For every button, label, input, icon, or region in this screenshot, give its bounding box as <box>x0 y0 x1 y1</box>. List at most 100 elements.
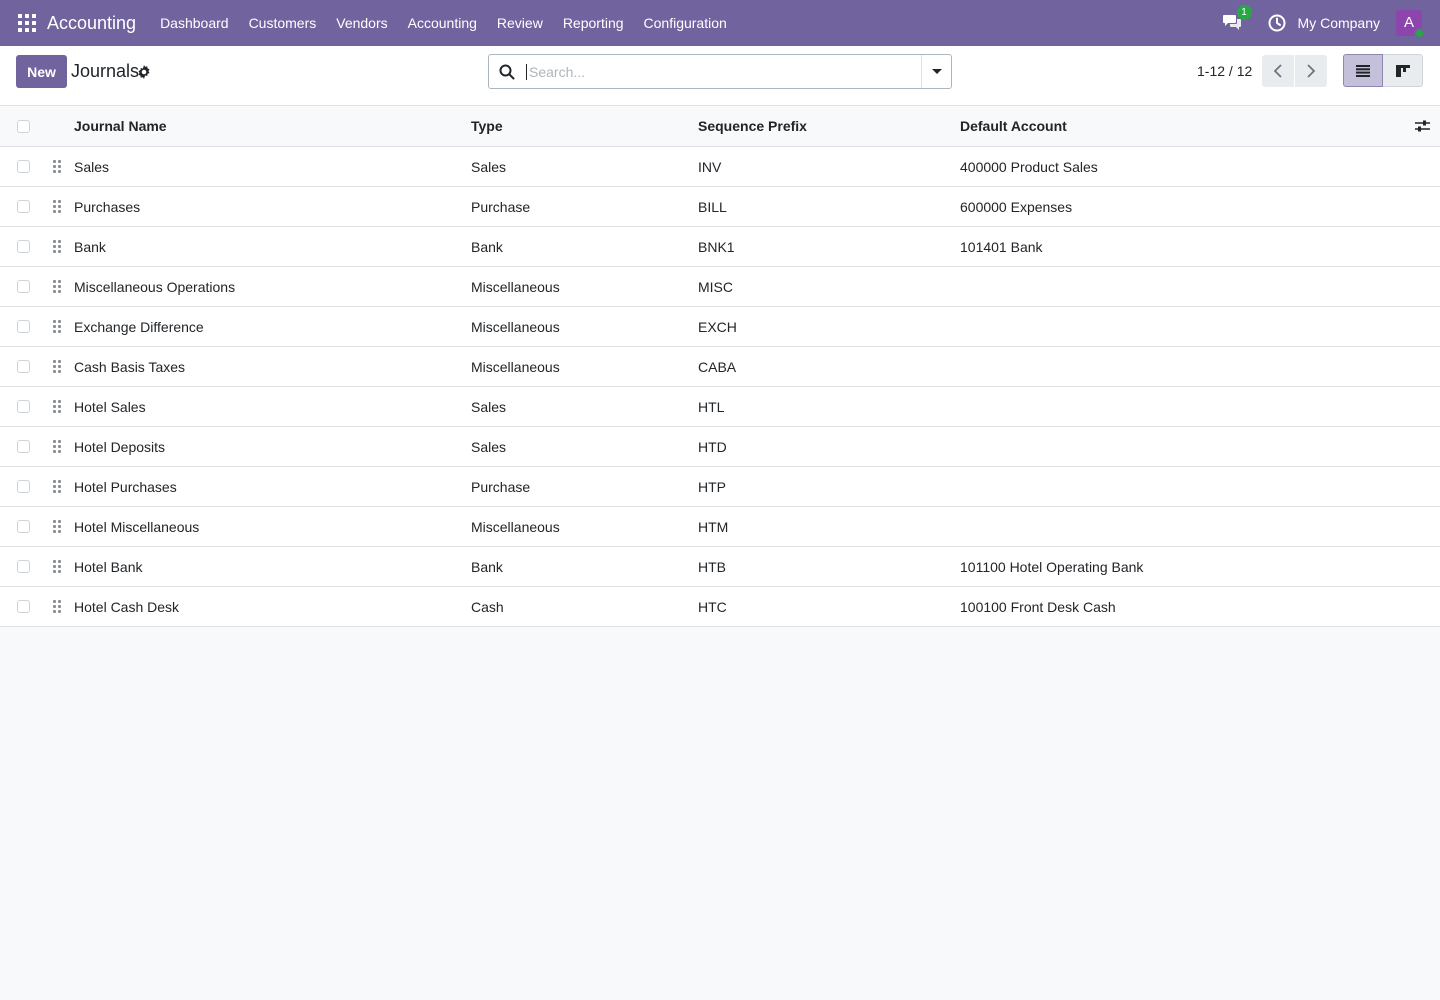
menu-item-review[interactable]: Review <box>487 0 553 46</box>
list-view-button[interactable] <box>1343 54 1383 87</box>
cell-type: Bank <box>471 558 503 575</box>
chevron-right-icon <box>1307 64 1316 78</box>
row-checkbox[interactable] <box>17 440 30 453</box>
drag-handle-icon[interactable] <box>53 560 63 573</box>
page-title[interactable]: Journals <box>71 61 139 82</box>
column-header-type[interactable]: Type <box>471 118 503 134</box>
drag-handle-icon[interactable] <box>53 400 63 413</box>
cell-journal-name: Sales <box>74 158 110 175</box>
row-checkbox[interactable] <box>17 280 30 293</box>
kanban-view-icon <box>1395 64 1410 77</box>
cell-journal-name: Hotel Purchases <box>74 478 177 495</box>
row-checkbox[interactable] <box>17 160 30 173</box>
pager-next-button[interactable] <box>1295 55 1327 87</box>
cell-type: Sales <box>471 158 507 175</box>
menu-item-vendors[interactable]: Vendors <box>326 0 397 46</box>
row-checkbox[interactable] <box>17 600 30 613</box>
pager-value[interactable]: 1-12 / 12 <box>1197 63 1252 79</box>
clock-icon[interactable] <box>1268 14 1286 32</box>
apps-menu-icon[interactable] <box>18 14 36 32</box>
menu-item-configuration[interactable]: Configuration <box>634 0 737 46</box>
table-row[interactable]: Hotel Cash Desk Cash HTC 100100 Front De… <box>0 587 1440 627</box>
table-row[interactable]: Hotel Bank Bank HTB 101100 Hotel Operati… <box>0 547 1440 587</box>
drag-handle-icon[interactable] <box>53 280 63 293</box>
cell-journal-name: Purchases <box>74 198 141 215</box>
drag-handle-icon[interactable] <box>53 440 63 453</box>
app-brand[interactable]: Accounting <box>47 13 136 34</box>
table-row[interactable]: Hotel Purchases Purchase HTP <box>0 467 1440 507</box>
table-row[interactable]: Hotel Miscellaneous Miscellaneous HTM <box>0 507 1440 547</box>
row-checkbox[interactable] <box>17 320 30 333</box>
cell-sequence-prefix: MISC <box>698 278 733 295</box>
table-row[interactable]: Cash Basis Taxes Miscellaneous CABA <box>0 347 1440 387</box>
table-row[interactable]: Hotel Deposits Sales HTD <box>0 427 1440 467</box>
row-checkbox[interactable] <box>17 360 30 373</box>
cell-journal-name: Exchange Difference <box>74 318 204 335</box>
search-options-toggle[interactable] <box>921 55 951 88</box>
cell-journal-name: Hotel Deposits <box>74 438 166 455</box>
column-header-journal-name[interactable]: Journal Name <box>74 118 167 134</box>
new-button[interactable]: New <box>16 55 67 88</box>
drag-handle-icon[interactable] <box>53 600 63 613</box>
table-row[interactable]: Exchange Difference Miscellaneous EXCH <box>0 307 1440 347</box>
cell-journal-name: Hotel Sales <box>74 398 146 415</box>
cell-sequence-prefix: HTM <box>698 518 729 535</box>
list-view-icon <box>1356 64 1370 77</box>
cell-type: Miscellaneous <box>471 278 560 295</box>
drag-handle-icon[interactable] <box>53 360 63 373</box>
menu-item-dashboard[interactable]: Dashboard <box>150 0 239 46</box>
cell-journal-name: Miscellaneous Operations <box>74 278 236 295</box>
cell-type: Bank <box>471 238 503 255</box>
row-checkbox[interactable] <box>17 240 30 253</box>
row-checkbox[interactable] <box>17 520 30 533</box>
navbar-systray: 1 My Company A <box>1222 0 1440 46</box>
drag-handle-icon[interactable] <box>53 320 63 333</box>
cell-type: Cash <box>471 598 504 615</box>
cell-default-account: 101401 Bank <box>960 238 1043 255</box>
cell-sequence-prefix: HTB <box>698 558 726 575</box>
cell-sequence-prefix: HTC <box>698 598 727 615</box>
chat-icon[interactable]: 1 <box>1222 5 1252 33</box>
optional-columns-icon[interactable] <box>1415 120 1430 132</box>
menu-item-customers[interactable]: Customers <box>239 0 327 46</box>
cell-sequence-prefix: BILL <box>698 198 727 215</box>
column-header-default-account[interactable]: Default Account <box>960 118 1067 134</box>
drag-handle-icon[interactable] <box>53 520 63 533</box>
cell-sequence-prefix: HTD <box>698 438 727 455</box>
cell-sequence-prefix: HTL <box>698 398 725 415</box>
cell-type: Miscellaneous <box>471 318 560 335</box>
pager-previous-button[interactable] <box>1262 55 1294 87</box>
search-input[interactable] <box>526 63 906 80</box>
table-row[interactable]: Miscellaneous Operations Miscellaneous M… <box>0 267 1440 307</box>
table-row[interactable]: Sales Sales INV 400000 Product Sales <box>0 147 1440 187</box>
drag-handle-icon[interactable] <box>53 200 63 213</box>
menu-item-accounting[interactable]: Accounting <box>398 0 487 46</box>
company-switcher[interactable]: My Company <box>1298 15 1380 31</box>
cell-journal-name: Hotel Cash Desk <box>74 598 180 615</box>
select-all-checkbox[interactable] <box>17 119 30 133</box>
column-header-sequence-prefix[interactable]: Sequence Prefix <box>698 118 807 134</box>
cell-sequence-prefix: CABA <box>698 358 737 375</box>
caret-down-icon <box>931 69 942 74</box>
table-row[interactable]: Bank Bank BNK1 101401 Bank <box>0 227 1440 267</box>
drag-handle-icon[interactable] <box>53 480 63 493</box>
cell-sequence-prefix: HTP <box>698 478 726 495</box>
user-avatar[interactable]: A <box>1396 10 1425 39</box>
cell-sequence-prefix: INV <box>698 158 722 175</box>
avatar-letter: A <box>1403 14 1414 31</box>
kanban-view-button[interactable] <box>1383 54 1423 87</box>
drag-handle-icon[interactable] <box>53 240 63 253</box>
row-checkbox[interactable] <box>17 200 30 213</box>
row-checkbox[interactable] <box>17 400 30 413</box>
table-row[interactable]: Purchases Purchase BILL 600000 Expenses <box>0 187 1440 227</box>
menu-item-reporting[interactable]: Reporting <box>553 0 634 46</box>
drag-handle-icon[interactable] <box>53 160 63 173</box>
gear-icon[interactable] <box>137 65 151 79</box>
top-navbar: Accounting Dashboard Customers Vendors A… <box>0 0 1440 46</box>
row-checkbox[interactable] <box>17 560 30 573</box>
main-menu: Dashboard Customers Vendors Accounting R… <box>150 0 737 46</box>
search-icon[interactable] <box>499 64 515 80</box>
row-checkbox[interactable] <box>17 480 30 493</box>
cell-default-account: 101100 Hotel Operating Bank <box>960 558 1144 575</box>
table-row[interactable]: Hotel Sales Sales HTL <box>0 387 1440 427</box>
